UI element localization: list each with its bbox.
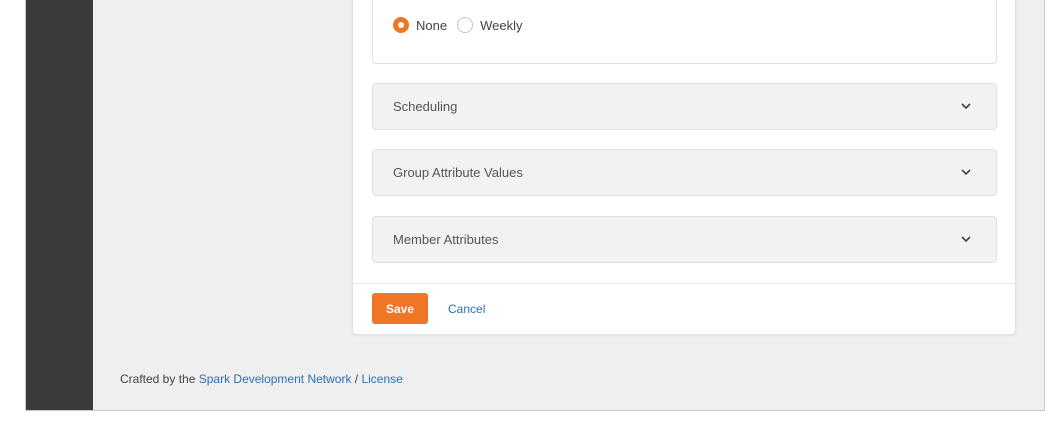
- radio-unchecked-icon[interactable]: [457, 17, 474, 33]
- panel-group-attribute-values[interactable]: Group Attribute Values: [372, 149, 997, 196]
- edit-group-card: None Weekly Scheduling Group Attribute V…: [352, 0, 1017, 335]
- radio-option-label: None: [416, 17, 448, 33]
- chevron-down-icon[interactable]: [960, 234, 972, 246]
- cancel-link[interactable]: Cancel: [448, 293, 485, 324]
- radio-checked-icon[interactable]: [393, 17, 409, 33]
- chevron-down-icon[interactable]: [960, 167, 972, 179]
- panel-scheduling[interactable]: Scheduling: [372, 83, 997, 130]
- notification-radio-group: None Weekly: [393, 16, 532, 34]
- left-sidebar: [26, 0, 93, 410]
- panel-title: Member Attributes: [393, 232, 499, 247]
- notification-settings-box: None Weekly: [372, 0, 997, 64]
- footer-text: Crafted by the: [120, 372, 199, 386]
- panel-title: Group Attribute Values: [393, 165, 523, 180]
- panel-title: Scheduling: [393, 99, 458, 114]
- chevron-down-icon[interactable]: [960, 101, 972, 113]
- app-frame: None Weekly Scheduling Group Attribute V…: [25, 0, 1045, 411]
- footer-separator: /: [351, 372, 362, 386]
- save-button[interactable]: Save: [372, 293, 428, 324]
- radio-option-weekly[interactable]: Weekly: [457, 17, 522, 33]
- license-link[interactable]: License: [361, 372, 402, 386]
- spark-network-link[interactable]: Spark Development Network: [199, 372, 352, 386]
- radio-option-label: Weekly: [480, 17, 523, 33]
- page-footer: Crafted by the Spark Development Network…: [120, 372, 403, 386]
- panel-member-attributes[interactable]: Member Attributes: [372, 216, 997, 263]
- radio-option-none[interactable]: None: [393, 17, 447, 33]
- card-footer-divider: [353, 283, 1017, 284]
